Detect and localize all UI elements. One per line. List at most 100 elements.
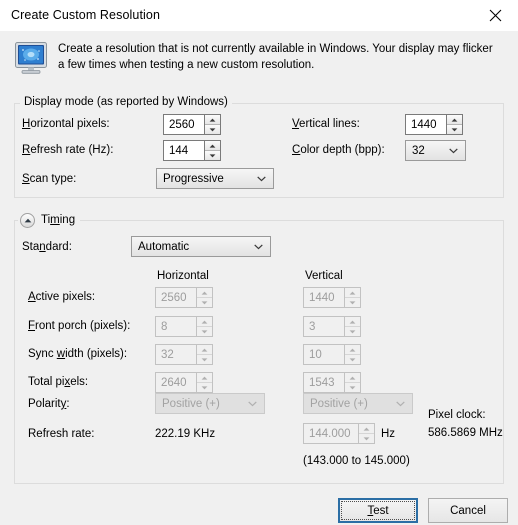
- spin-up-icon[interactable]: [197, 373, 212, 383]
- polarity-horizontal-value: Positive (+): [162, 398, 220, 410]
- spin-down-icon[interactable]: [345, 298, 360, 307]
- total-pixels-label: Total pixels:: [28, 376, 88, 388]
- monitor-icon: [14, 41, 50, 75]
- front-porch-label: Front porch (pixels):: [28, 320, 130, 332]
- spin-up-icon[interactable]: [197, 288, 212, 298]
- spin-buttons[interactable]: [344, 287, 361, 308]
- vertical-lines-value[interactable]: 1440: [405, 114, 446, 135]
- color-depth-select[interactable]: 32: [405, 140, 466, 161]
- spin-buttons[interactable]: [344, 316, 361, 337]
- spin-buttons[interactable]: [196, 287, 213, 308]
- horizontal-pixels-spin-buttons[interactable]: [204, 114, 221, 135]
- vertical-lines-stepper[interactable]: 1440: [405, 114, 463, 135]
- chevron-down-icon: [449, 148, 458, 154]
- spin-down-icon[interactable]: [197, 298, 212, 307]
- sync-width-horizontal-value[interactable]: 32: [155, 344, 196, 365]
- test-button-label: Test: [367, 505, 388, 517]
- total-pixels-vertical-stepper[interactable]: 1543: [303, 372, 361, 393]
- timing-group-label: Timing: [41, 214, 75, 226]
- spin-up-icon[interactable]: [345, 345, 360, 355]
- spin-down-icon[interactable]: [197, 355, 212, 364]
- spin-up-icon[interactable]: [359, 424, 374, 434]
- active-pixels-label: Active pixels:: [28, 291, 95, 303]
- refresh-rate-hz-stepper[interactable]: 144: [163, 140, 221, 161]
- spin-down-icon[interactable]: [345, 327, 360, 336]
- standard-select[interactable]: Automatic: [131, 236, 271, 257]
- total-pixels-horizontal-stepper[interactable]: 2640: [155, 372, 213, 393]
- active-pixels-vertical-stepper[interactable]: 1440: [303, 287, 361, 308]
- cancel-button-label: Cancel: [450, 505, 486, 517]
- horizontal-pixels-value[interactable]: 2560: [163, 114, 204, 135]
- info-banner: Create a resolution that is not currentl…: [0, 31, 518, 93]
- title-bar: Create Custom Resolution: [0, 0, 518, 32]
- spin-buttons[interactable]: [196, 316, 213, 337]
- display-mode-group-label: Display mode (as reported by Windows): [20, 96, 232, 108]
- spin-down-icon[interactable]: [205, 125, 220, 134]
- spin-down-icon[interactable]: [345, 383, 360, 392]
- spin-down-icon[interactable]: [197, 383, 212, 392]
- spin-buttons[interactable]: [196, 372, 213, 393]
- timing-refresh-rate-label: Refresh rate:: [28, 428, 94, 440]
- spin-down-icon[interactable]: [359, 434, 374, 443]
- standard-value: Automatic: [138, 241, 189, 253]
- spin-down-icon[interactable]: [447, 125, 462, 134]
- timing-refresh-rate-vertical-value[interactable]: 144.000: [303, 423, 358, 444]
- cancel-button[interactable]: Cancel: [428, 498, 508, 523]
- horizontal-pixels-stepper[interactable]: 2560: [163, 114, 221, 135]
- test-button[interactable]: Test: [338, 498, 418, 523]
- pixel-clock-label: Pixel clock:: [428, 409, 486, 421]
- spin-up-icon[interactable]: [197, 345, 212, 355]
- vertical-lines-spin-buttons[interactable]: [446, 114, 463, 135]
- active-pixels-vertical-value[interactable]: 1440: [303, 287, 344, 308]
- sync-width-vertical-stepper[interactable]: 10: [303, 344, 361, 365]
- front-porch-vertical-stepper[interactable]: 3: [303, 316, 361, 337]
- chevron-down-icon: [254, 244, 263, 250]
- total-pixels-horizontal-value[interactable]: 2640: [155, 372, 196, 393]
- spin-up-icon[interactable]: [345, 288, 360, 298]
- refresh-rate-spin-buttons[interactable]: [204, 140, 221, 161]
- active-pixels-horizontal-stepper[interactable]: 2560: [155, 287, 213, 308]
- spin-down-icon[interactable]: [345, 355, 360, 364]
- spin-up-icon[interactable]: [205, 141, 220, 151]
- chevron-down-icon: [248, 401, 257, 407]
- scan-type-value: Progressive: [163, 173, 224, 185]
- spin-up-icon[interactable]: [447, 115, 462, 125]
- collapse-up-icon[interactable]: [20, 213, 35, 228]
- spin-buttons[interactable]: [196, 344, 213, 365]
- spin-buttons[interactable]: [344, 344, 361, 365]
- chevron-down-icon: [257, 176, 266, 182]
- spin-down-icon[interactable]: [197, 327, 212, 336]
- polarity-vertical-value: Positive (+): [310, 398, 368, 410]
- vertical-lines-label: Vertical lines:: [292, 118, 360, 130]
- sync-width-horizontal-stepper[interactable]: 32: [155, 344, 213, 365]
- refresh-rate-range-hint: (143.000 to 145.000): [303, 455, 410, 467]
- pixel-clock-value: 586.5869 MHz: [428, 427, 503, 439]
- spin-buttons[interactable]: [358, 423, 375, 444]
- refresh-rate-hz-label: Refresh rate (Hz):: [22, 144, 113, 156]
- front-porch-vertical-value[interactable]: 3: [303, 316, 344, 337]
- timing-refresh-rate-horizontal-value: 222.19 KHz: [155, 428, 215, 440]
- total-pixels-vertical-value[interactable]: 1543: [303, 372, 344, 393]
- spin-buttons[interactable]: [344, 372, 361, 393]
- spin-up-icon[interactable]: [197, 317, 212, 327]
- close-icon[interactable]: [472, 0, 518, 30]
- sync-width-vertical-value[interactable]: 10: [303, 344, 344, 365]
- color-depth-value: 32: [412, 145, 425, 157]
- front-porch-horizontal-value[interactable]: 8: [155, 316, 196, 337]
- polarity-vertical-select[interactable]: Positive (+): [303, 393, 413, 414]
- polarity-horizontal-select[interactable]: Positive (+): [155, 393, 265, 414]
- column-header-horizontal: Horizontal: [157, 270, 209, 282]
- spin-down-icon[interactable]: [205, 151, 220, 160]
- timing-refresh-rate-vertical-stepper[interactable]: 144.000: [303, 423, 375, 444]
- timing-group-header[interactable]: Timing: [18, 211, 80, 229]
- column-header-vertical: Vertical: [305, 270, 343, 282]
- scan-type-select[interactable]: Progressive: [156, 168, 274, 189]
- active-pixels-horizontal-value[interactable]: 2560: [155, 287, 196, 308]
- refresh-rate-hz-value[interactable]: 144: [163, 140, 204, 161]
- spin-up-icon[interactable]: [205, 115, 220, 125]
- front-porch-horizontal-stepper[interactable]: 8: [155, 316, 213, 337]
- spin-up-icon[interactable]: [345, 317, 360, 327]
- refresh-rate-unit-label: Hz: [381, 428, 395, 440]
- spin-up-icon[interactable]: [345, 373, 360, 383]
- polarity-label: Polarity:: [28, 398, 70, 410]
